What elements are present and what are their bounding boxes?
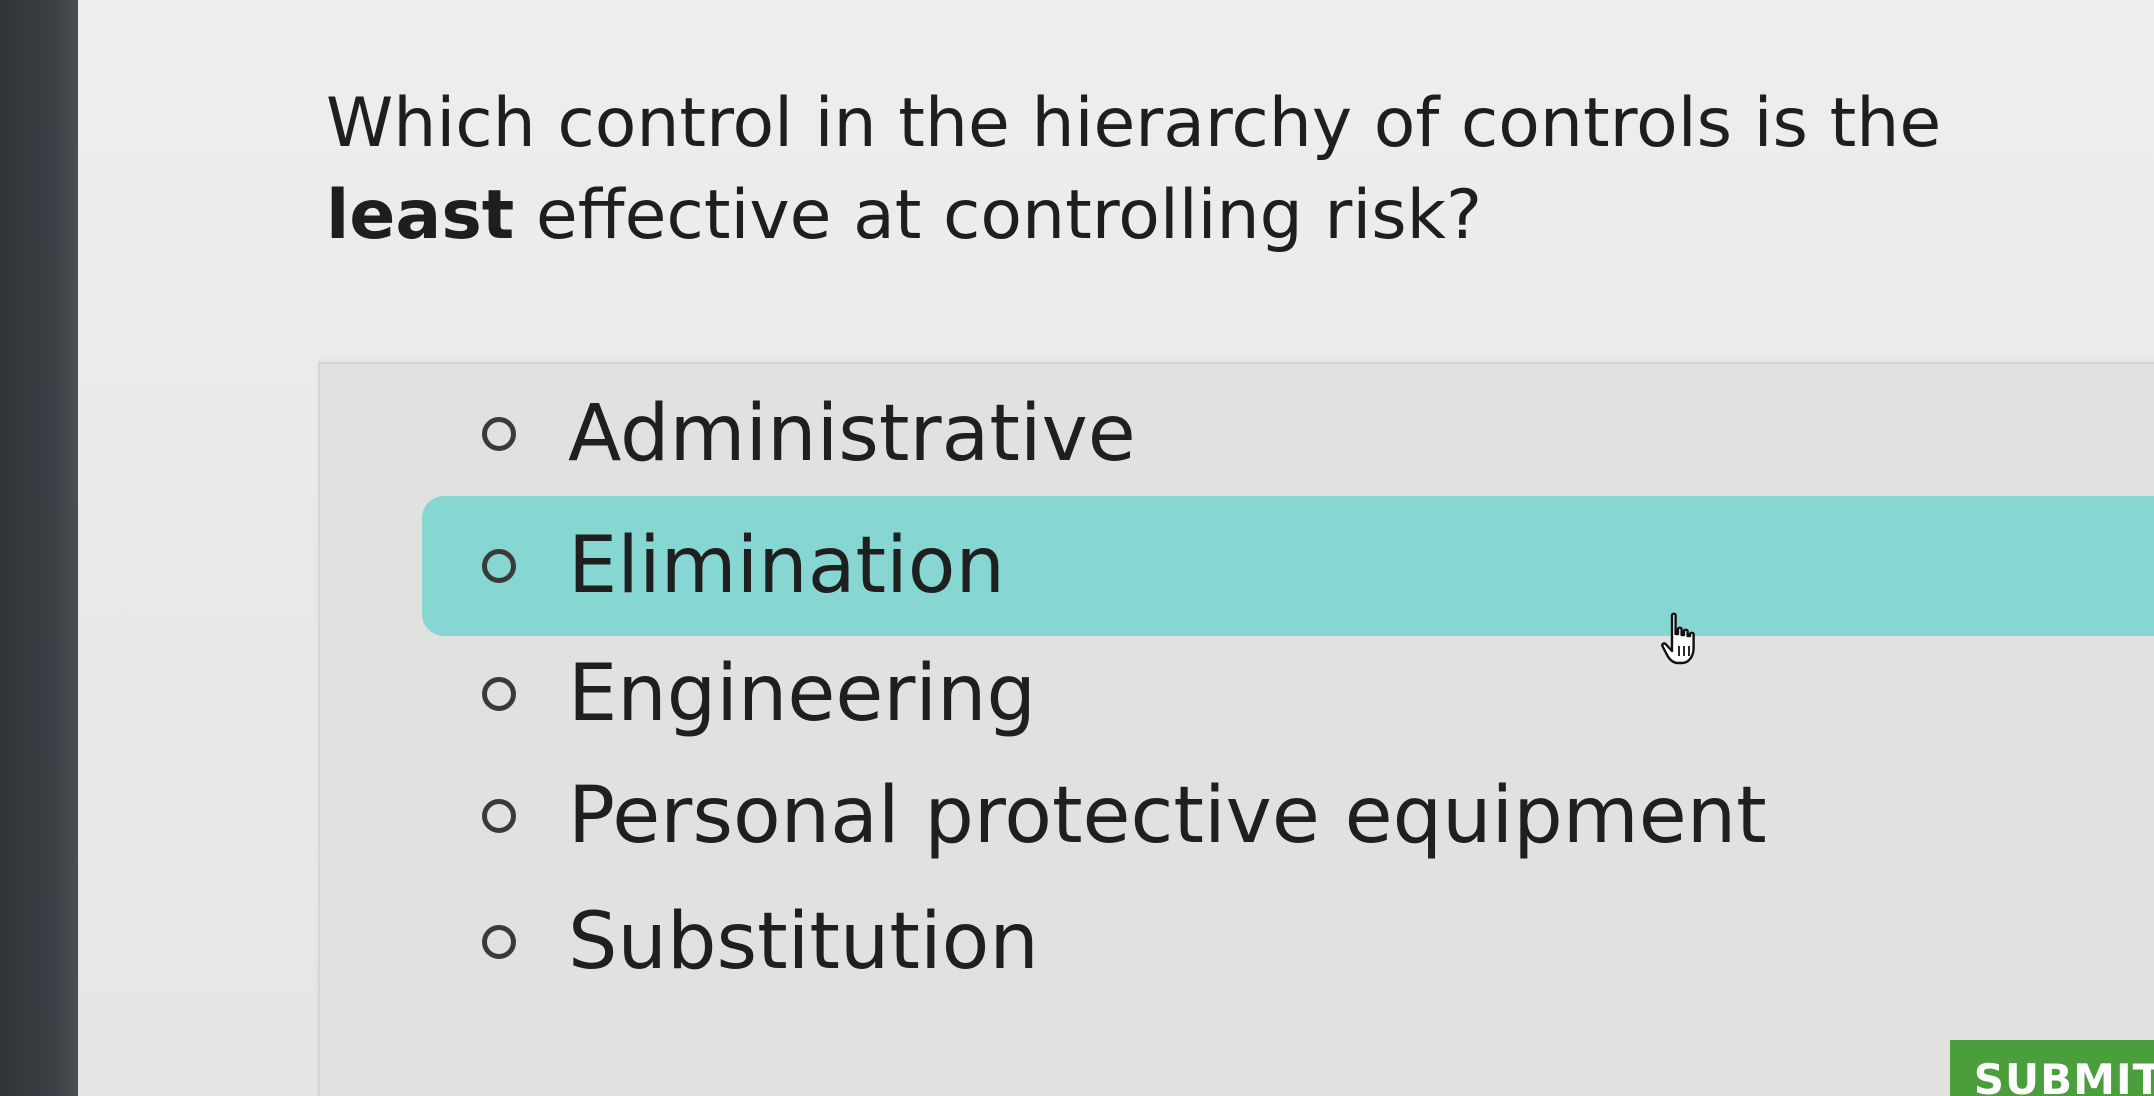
radio-unchecked-icon[interactable] xyxy=(482,799,516,833)
option-label: Elimination xyxy=(568,521,1005,611)
hand-pointer-icon xyxy=(1661,612,1695,665)
screen-bezel xyxy=(0,0,78,1096)
radio-unchecked-icon[interactable] xyxy=(482,549,516,583)
radio-unchecked-icon[interactable] xyxy=(482,417,516,451)
submit-button[interactable]: SUBMIT xyxy=(1950,1040,2154,1096)
question-emphasis: least xyxy=(326,176,515,255)
answer-options-card: Administrative Elimination Engineering P… xyxy=(318,362,2154,1096)
option-engineering[interactable]: Engineering xyxy=(422,624,2154,764)
option-administrative[interactable]: Administrative xyxy=(422,364,2154,504)
quiz-page: Which control in the hierarchy of contro… xyxy=(78,0,2154,1096)
question-text-end: effective at controlling risk? xyxy=(514,176,1483,255)
question-text: Which control in the hierarchy of contro… xyxy=(326,78,2086,262)
option-personal-protective-equipment[interactable]: Personal protective equipment xyxy=(422,746,2154,886)
question-text-start: Which control in the hierarchy of contro… xyxy=(326,84,1942,163)
radio-unchecked-icon[interactable] xyxy=(482,677,516,711)
option-label: Substitution xyxy=(568,897,1039,987)
option-substitution[interactable]: Substitution xyxy=(422,872,2154,1012)
radio-unchecked-icon[interactable] xyxy=(482,925,516,959)
option-label: Personal protective equipment xyxy=(568,771,1767,861)
option-label: Engineering xyxy=(568,649,1036,739)
option-label: Administrative xyxy=(568,389,1136,479)
option-elimination[interactable]: Elimination xyxy=(422,496,2154,636)
